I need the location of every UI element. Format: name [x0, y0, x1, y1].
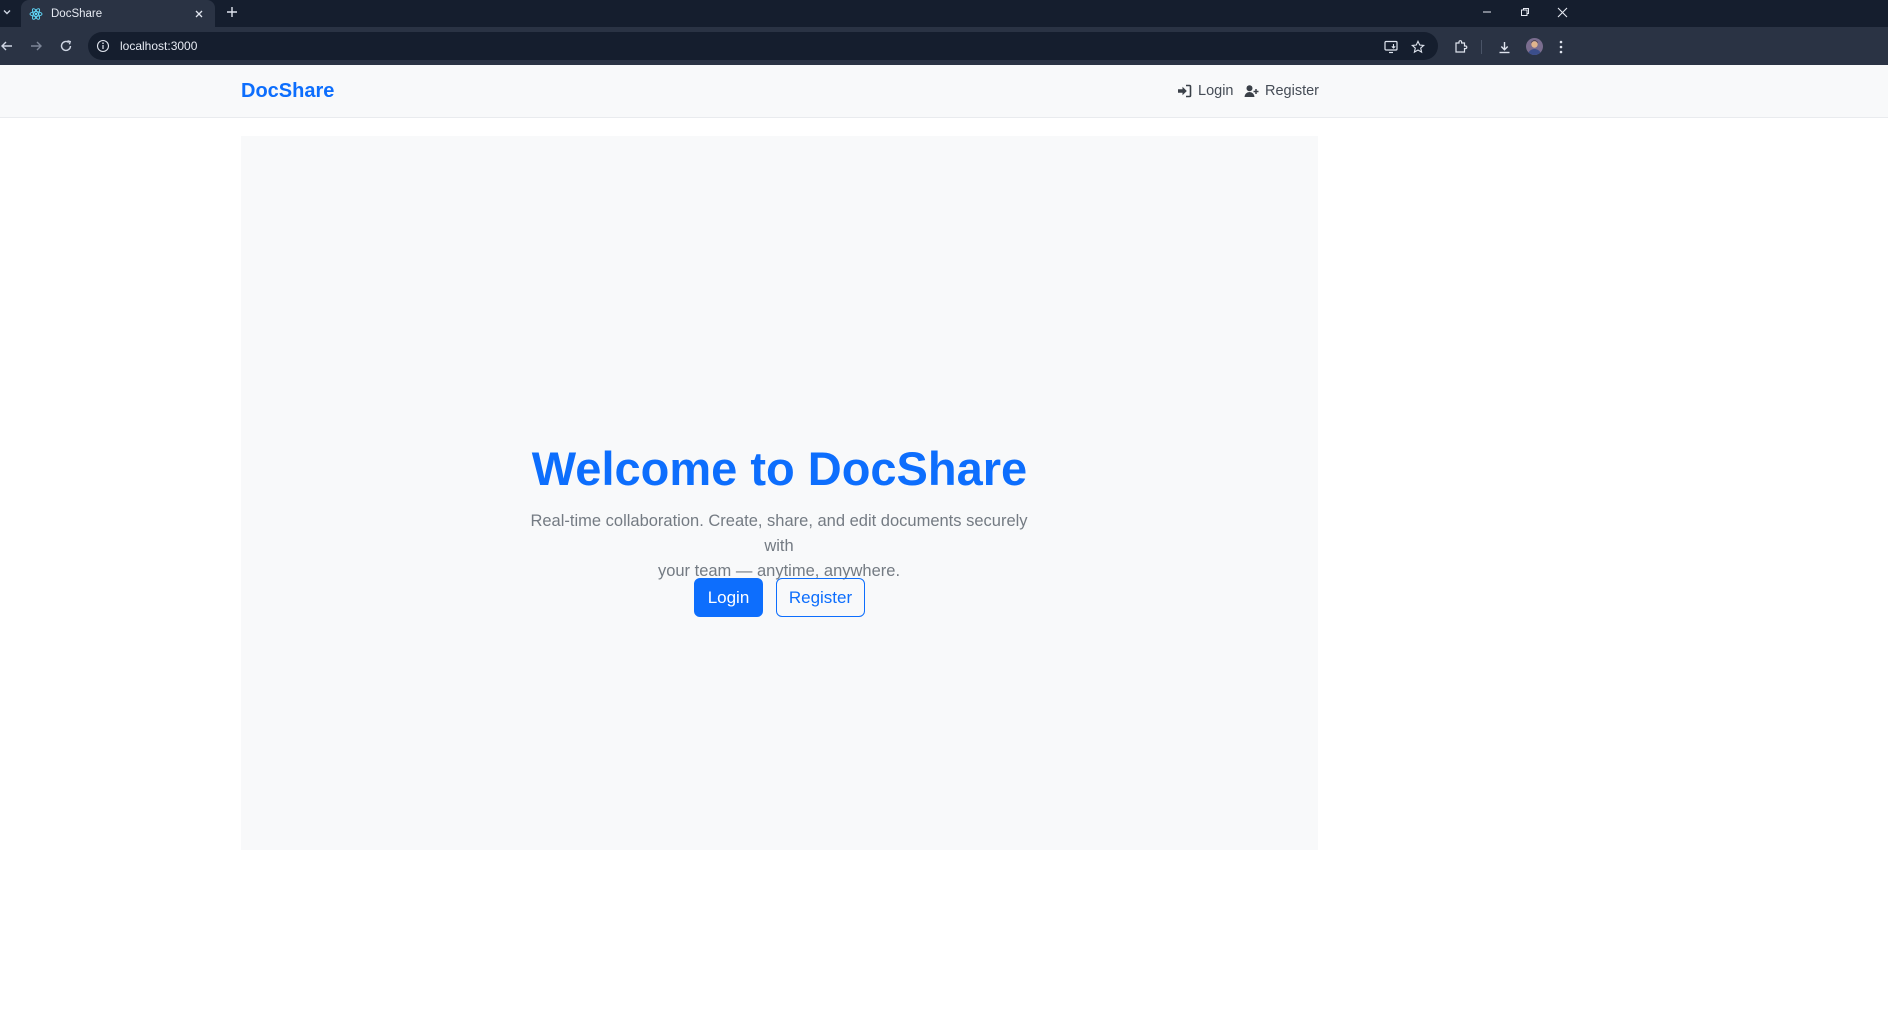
nav-login-link[interactable]: Login — [1177, 83, 1233, 99]
hero-subtitle-line2: your team — anytime, anywhere. — [657, 562, 901, 580]
profile-avatar[interactable] — [1526, 38, 1543, 55]
browser-tab[interactable]: DocShare — [21, 0, 215, 27]
browser-tabstrip: DocShare — [0, 0, 1888, 27]
bookmark-star-icon[interactable] — [1410, 39, 1426, 55]
tab-close-icon[interactable] — [191, 6, 207, 22]
forward-arrow-icon[interactable] — [26, 36, 46, 56]
url-text: localhost:3000 — [120, 39, 198, 53]
sign-in-icon — [1177, 84, 1192, 98]
app-navbar: DocShare Login Register — [0, 65, 1888, 118]
address-bar[interactable]: localhost:3000 — [88, 32, 1438, 60]
tab-title: DocShare — [51, 7, 103, 20]
nav-register-link[interactable]: Register — [1244, 83, 1319, 99]
hero-title: Welcome to DocShare — [531, 442, 1028, 495]
restore-icon[interactable] — [1505, 0, 1545, 24]
new-tab-icon[interactable] — [223, 3, 241, 21]
download-icon[interactable] — [1495, 38, 1513, 56]
tab-list-icon[interactable] — [0, 0, 14, 24]
hero-section: Welcome to DocShare Real-time collaborat… — [241, 136, 1318, 850]
react-atom-icon — [29, 7, 43, 21]
site-info-icon[interactable] — [96, 39, 110, 53]
browser-toolbar: localhost:3000 — [0, 27, 1888, 65]
extensions-icon[interactable] — [1451, 38, 1469, 56]
install-app-icon[interactable] — [1383, 39, 1399, 55]
nav-register-label: Register — [1265, 83, 1319, 99]
hero-register-button[interactable]: Register — [776, 578, 865, 617]
back-arrow-icon[interactable] — [0, 36, 17, 56]
hero-login-button[interactable]: Login — [694, 578, 763, 617]
hero-subtitle: Real-time collaboration. Create, share, … — [524, 509, 1034, 584]
reload-icon[interactable] — [56, 36, 76, 56]
hero-subtitle-line1: Real-time collaboration. Create, share, … — [530, 512, 1028, 555]
menu-dots-icon[interactable] — [1556, 38, 1566, 56]
toolbar-divider — [1481, 40, 1482, 54]
minimize-icon[interactable] — [1467, 0, 1507, 24]
brand-logo-link[interactable]: DocShare — [241, 80, 334, 103]
user-plus-icon — [1244, 84, 1259, 98]
nav-login-label: Login — [1198, 83, 1234, 99]
window-close-icon[interactable] — [1542, 0, 1582, 24]
